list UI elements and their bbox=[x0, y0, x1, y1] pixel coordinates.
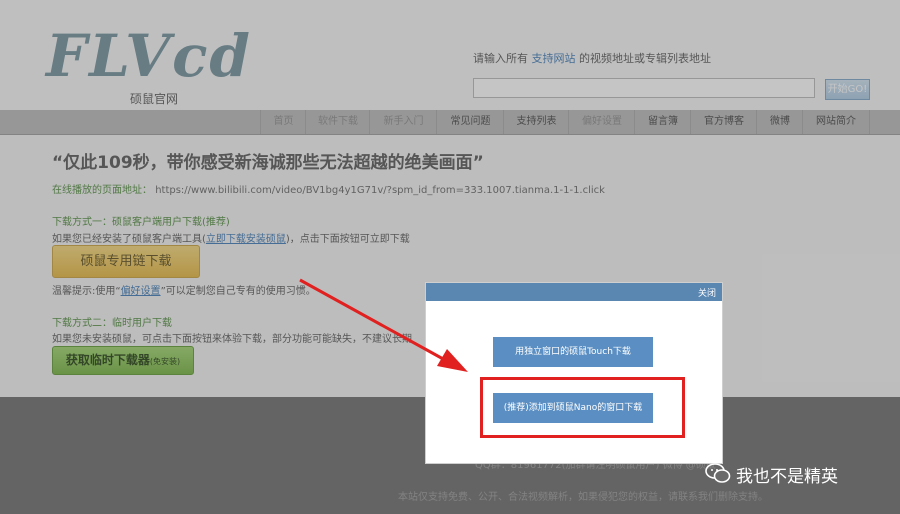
watermark-text: 我也不是精英 bbox=[736, 467, 838, 487]
wechat-icon bbox=[705, 463, 731, 483]
annotation-arrow bbox=[299, 278, 468, 372]
